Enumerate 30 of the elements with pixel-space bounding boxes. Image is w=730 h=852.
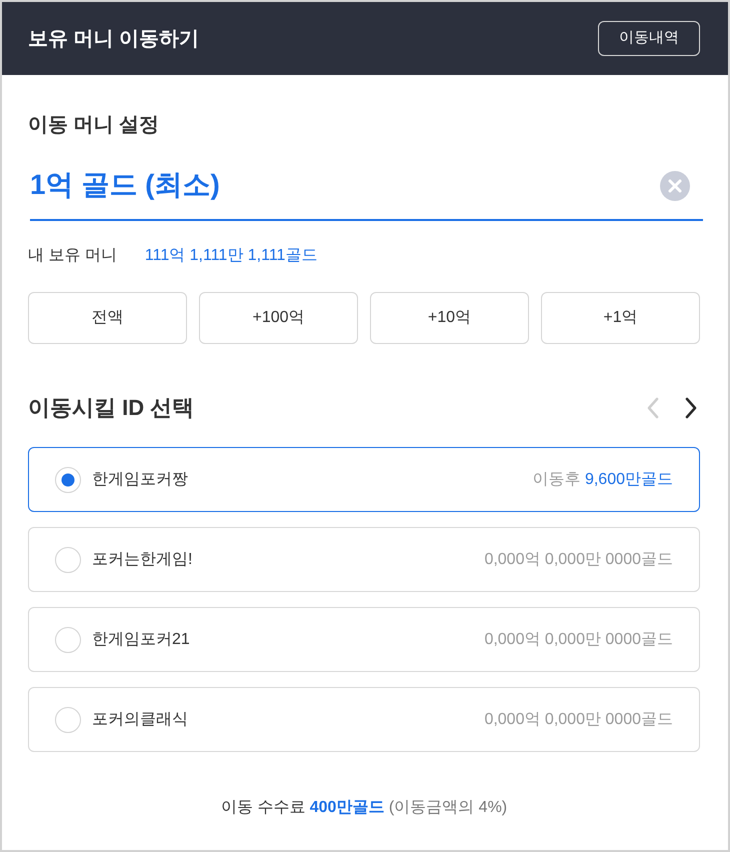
amount-button[interactable]: +100억: [199, 292, 358, 344]
balance-text: 0,000억 0,000만 0000골드: [484, 630, 673, 650]
history-button[interactable]: 이동내역: [598, 21, 700, 56]
radio-button[interactable]: [55, 626, 81, 652]
account-name: 포커의클래식: [92, 710, 188, 730]
account-name: 한게임포커짱: [92, 470, 188, 490]
balance-after-text: 이동후 9,600만골드: [532, 470, 673, 490]
fee-text: 이동 수수료 400만골드 (이동금액의 4%): [220, 798, 508, 818]
balance-text: 0,000억 0,000만 0000골드: [484, 550, 673, 570]
amount-button[interactable]: 전액: [28, 292, 187, 344]
balance-label: 내 보유 머니: [28, 246, 117, 266]
section-title: 이동시킬 ID 선택: [28, 394, 194, 422]
id-option[interactable]: 포커는한게임! 0,000억 0,000만 0000골드: [28, 527, 700, 592]
id-option[interactable]: 한게임포커21 0,000억 0,000만 0000골드: [28, 607, 700, 672]
chevron-right-icon[interactable]: [685, 397, 698, 419]
account-name: 포커는한게임!: [92, 550, 192, 570]
amount-button[interactable]: +1억: [541, 292, 700, 344]
id-option[interactable]: 포커의클래식 0,000억 0,000만 0000골드: [28, 687, 700, 752]
amount-field[interactable]: 1억 골드 (최소): [30, 159, 703, 221]
balance-text: 0,000억 0,000만 0000골드: [484, 710, 673, 730]
id-option[interactable]: 한게임포커짱 이동후 9,600만골드: [28, 447, 700, 512]
account-name: 한게임포커21: [92, 630, 190, 650]
section-title: 이동 머니 설정: [28, 113, 160, 138]
balance-value: 111억 1,111만 1,111골드: [144, 246, 318, 266]
radio-button[interactable]: [55, 466, 81, 492]
radio-button[interactable]: [55, 706, 81, 732]
page-title: 보유 머니 이동하기: [28, 26, 200, 50]
amount-button[interactable]: +10억: [370, 292, 529, 344]
radio-button[interactable]: [55, 546, 81, 572]
clear-icon[interactable]: [660, 171, 690, 201]
